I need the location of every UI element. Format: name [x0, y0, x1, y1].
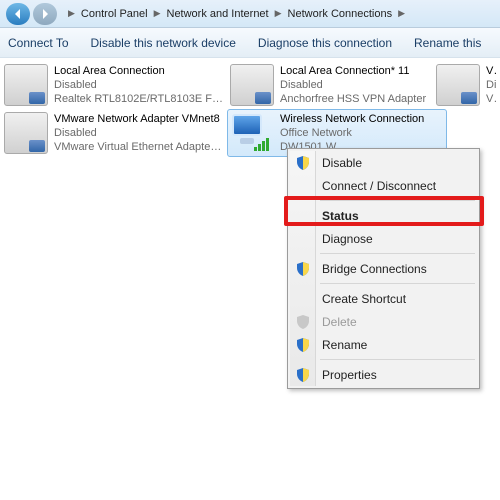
shield-icon [296, 368, 310, 382]
toolbar-rename[interactable]: Rename this [414, 36, 481, 50]
menu-label: Status [322, 209, 359, 223]
breadcrumb-seg-1[interactable]: Control Panel [79, 8, 150, 20]
connection-name: VMware Network Adapter VMnet8 [54, 112, 224, 126]
forward-button[interactable] [33, 3, 57, 25]
shield-icon [296, 338, 310, 352]
chevron-right-icon: ▶ [152, 8, 163, 19]
connection-detail: VMw [486, 92, 496, 106]
menu-label: Delete [322, 315, 357, 329]
connection-item[interactable]: VMware Network Adapter VMnet8 Disabled V… [4, 112, 224, 154]
connection-item[interactable]: Local Area Connection* 11 Disabled Ancho… [230, 64, 430, 106]
menu-label: Bridge Connections [322, 262, 427, 276]
chevron-right-icon: ▶ [66, 8, 77, 19]
context-menu: Disable Connect / Disconnect Status Diag… [287, 148, 480, 389]
menu-separator [320, 253, 475, 254]
connection-name: Local Area Connection [54, 64, 224, 78]
chevron-right-icon: ▶ [396, 8, 407, 19]
connection-detail: Realtek RTL8102E/RTL8103E Famil... [54, 92, 224, 106]
connection-detail: VMware Virtual Ethernet Adapter ... [54, 140, 224, 154]
menu-connect[interactable]: Connect / Disconnect [290, 174, 477, 197]
connection-name: VMw [486, 64, 496, 78]
menu-label: Rename [322, 338, 367, 352]
menu-bridge[interactable]: Bridge Connections [290, 257, 477, 280]
menu-label: Connect / Disconnect [322, 179, 436, 193]
menu-delete: Delete [290, 310, 477, 333]
forward-arrow-icon [39, 8, 51, 20]
connection-status: Disabled [54, 126, 224, 140]
connection-status: Office Network [280, 126, 424, 140]
breadcrumb[interactable]: ▶ Control Panel ▶ Network and Internet ▶… [66, 8, 407, 20]
adapter-icon [4, 112, 48, 154]
connection-detail: Anchorfree HSS VPN Adapter [280, 92, 426, 106]
adapter-icon [436, 64, 480, 106]
connection-name: Local Area Connection* 11 [280, 64, 426, 78]
menu-rename[interactable]: Rename [290, 333, 477, 356]
toolbar-diagnose[interactable]: Diagnose this connection [258, 36, 392, 50]
menu-shortcut[interactable]: Create Shortcut [290, 287, 477, 310]
menu-separator [320, 200, 475, 201]
connection-item[interactable]: Local Area Connection Disabled Realtek R… [4, 64, 224, 106]
adapter-icon [230, 64, 274, 106]
breadcrumb-seg-3[interactable]: Network Connections [286, 8, 395, 20]
menu-diagnose[interactable]: Diagnose [290, 227, 477, 250]
adapter-icon [4, 64, 48, 106]
wireless-icon [230, 112, 274, 154]
shield-icon [296, 315, 310, 329]
menu-label: Properties [322, 368, 377, 382]
menu-status[interactable]: Status [290, 204, 477, 227]
menu-label: Diagnose [322, 232, 373, 246]
connection-name: Wireless Network Connection [280, 112, 424, 126]
back-button[interactable] [6, 3, 30, 25]
breadcrumb-seg-2[interactable]: Network and Internet [165, 8, 271, 20]
menu-label: Create Shortcut [322, 292, 406, 306]
chevron-right-icon: ▶ [273, 8, 284, 19]
shield-icon [296, 156, 310, 170]
menu-disable[interactable]: Disable [290, 151, 477, 174]
menu-properties[interactable]: Properties [290, 363, 477, 386]
titlebar: ▶ Control Panel ▶ Network and Internet ▶… [0, 0, 500, 28]
toolbar-connect[interactable]: Connect To [8, 36, 69, 50]
shield-icon [296, 262, 310, 276]
menu-separator [320, 359, 475, 360]
back-arrow-icon [12, 8, 24, 20]
toolbar: Connect To Disable this network device D… [0, 28, 500, 58]
connection-status: Disabled [280, 78, 426, 92]
menu-separator [320, 283, 475, 284]
toolbar-disable[interactable]: Disable this network device [91, 36, 236, 50]
connection-item[interactable]: VMw Disab VMw [436, 64, 496, 106]
connection-status: Disab [486, 78, 496, 92]
connection-status: Disabled [54, 78, 224, 92]
menu-label: Disable [322, 156, 362, 170]
